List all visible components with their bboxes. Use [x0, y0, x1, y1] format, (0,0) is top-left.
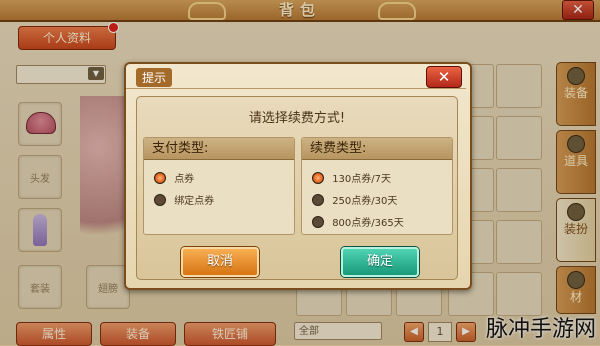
radio-selected-icon[interactable] [154, 171, 166, 184]
option-label: 绑定点券 [174, 196, 215, 207]
dialog-close-icon[interactable]: ✕ [426, 66, 462, 88]
option-label: 250点券/30天 [332, 196, 398, 207]
dialog-titlebar: 提示 ✕ [126, 64, 466, 89]
option-label: 点券 [174, 174, 195, 185]
renewal-option-7-days[interactable]: 130点券/7天 [312, 170, 391, 186]
option-label: 130点券/7天 [332, 174, 392, 185]
renewal-option-30-days[interactable]: 250点券/30天 [312, 192, 397, 208]
renewal-type-heading: 续费类型: [302, 138, 452, 160]
radio-icon[interactable] [154, 193, 166, 206]
radio-selected-icon[interactable] [312, 171, 324, 184]
dialog-prompt: 请选择续费方式! [248, 111, 346, 126]
dialog-body: 请选择续费方式! 支付类型: 点券 绑定点券 续费类型: 130点券/7天 25… [136, 96, 458, 280]
payment-type-heading: 支付类型: [144, 138, 294, 160]
renewal-dialog: 提示 ✕ 请选择续费方式! 支付类型: 点券 绑定点券 续费类型: 130点券/… [124, 62, 472, 290]
renewal-type-group: 续费类型: 130点券/7天 250点券/30天 800点券/365天 [301, 137, 453, 235]
payment-option-bound-points[interactable]: 绑定点券 [154, 192, 214, 208]
renewal-option-365-days[interactable]: 800点券/365天 [312, 214, 404, 230]
confirm-button[interactable]: 确定 [341, 247, 419, 277]
dialog-title: 提示 [136, 68, 173, 87]
option-label: 800点券/365天 [332, 218, 404, 229]
payment-type-group: 支付类型: 点券 绑定点券 [143, 137, 295, 235]
radio-icon[interactable] [312, 215, 324, 228]
payment-option-points[interactable]: 点券 [154, 170, 194, 186]
cancel-button[interactable]: 取消 [181, 247, 259, 277]
radio-icon[interactable] [312, 193, 324, 206]
